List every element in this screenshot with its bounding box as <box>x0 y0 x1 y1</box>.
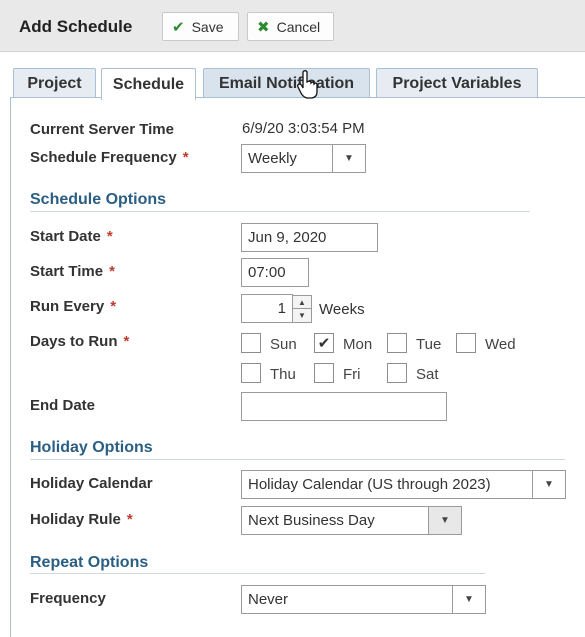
schedule-options-heading: Schedule Options <box>30 191 167 208</box>
hand-cursor-icon <box>297 70 318 99</box>
save-button[interactable]: ✔ Save <box>162 12 239 41</box>
stepper-down-icon[interactable]: ▼ <box>293 309 311 322</box>
toolbar: Add Schedule ✔ Save ✖ Cancel <box>0 0 585 52</box>
run-every-value: 1 <box>277 300 286 317</box>
day-sun-checkbox[interactable] <box>241 333 261 353</box>
chevron-down-icon[interactable]: ▼ <box>452 585 486 614</box>
run-every-stepper[interactable]: ▲ ▼ <box>292 295 312 323</box>
start-time-label: Start Time * <box>30 263 115 280</box>
schedule-frequency-select[interactable]: Weekly ▼ <box>241 144 366 173</box>
days-to-run-label: Days to Run * <box>30 333 130 350</box>
cancel-button[interactable]: ✖ Cancel <box>247 12 334 41</box>
cancel-label: Cancel <box>276 18 321 35</box>
server-time-value: 6/9/20 3:03:54 PM <box>242 120 365 137</box>
holiday-calendar-label: Holiday Calendar <box>30 475 153 492</box>
day-wed-checkbox[interactable] <box>456 333 476 353</box>
day-wed-label: Wed <box>485 336 516 353</box>
chevron-down-icon[interactable]: ▼ <box>332 144 366 173</box>
day-mon-checkbox[interactable]: ✔ <box>314 333 334 353</box>
server-time-label: Current Server Time <box>30 121 174 138</box>
end-date-label: End Date <box>30 397 96 414</box>
tab-schedule[interactable]: Schedule <box>101 68 196 100</box>
holiday-rule-value: Next Business Day <box>248 512 375 529</box>
page-title: Add Schedule <box>19 17 133 36</box>
run-every-label: Run Every * <box>30 298 117 315</box>
start-time-value: 07:00 <box>248 264 286 281</box>
repeat-frequency-label: Frequency <box>30 590 106 607</box>
schedule-frequency-value: Weekly <box>248 150 297 167</box>
day-sat-label: Sat <box>416 366 439 383</box>
chevron-down-icon[interactable]: ▼ <box>532 470 566 499</box>
repeat-frequency-select[interactable]: Never ▼ <box>241 585 486 614</box>
run-every-unit: Weeks <box>319 301 365 318</box>
holiday-rule-select[interactable]: Next Business Day ▼ <box>241 506 462 535</box>
day-sun-label: Sun <box>270 336 297 353</box>
day-fri-label: Fri <box>343 366 361 383</box>
run-every-input[interactable]: 1 <box>241 294 293 323</box>
tab-bar: Project Schedule Email Notification Proj… <box>0 52 585 100</box>
day-sat-checkbox[interactable] <box>387 363 407 383</box>
holiday-options-heading: Holiday Options <box>30 439 153 456</box>
tab-project[interactable]: Project <box>13 68 96 99</box>
divider <box>30 459 565 460</box>
holiday-calendar-select[interactable]: Holiday Calendar (US through 2023) ▼ <box>241 470 566 499</box>
divider <box>30 573 485 574</box>
save-label: Save <box>191 18 224 35</box>
day-thu-label: Thu <box>270 366 296 383</box>
schedule-frequency-label: Schedule Frequency * <box>30 149 189 166</box>
holiday-calendar-value: Holiday Calendar (US through 2023) <box>248 476 491 493</box>
repeat-frequency-value: Never <box>248 591 289 608</box>
check-icon: ✔ <box>317 335 331 352</box>
x-icon: ✖ <box>257 18 270 36</box>
day-tue-checkbox[interactable] <box>387 333 407 353</box>
end-date-input[interactable] <box>241 392 447 421</box>
day-thu-checkbox[interactable] <box>241 363 261 383</box>
tab-email-notification[interactable]: Email Notification <box>203 68 370 99</box>
day-fri-checkbox[interactable] <box>314 363 334 383</box>
check-icon: ✔ <box>172 18 185 36</box>
day-mon-label: Mon <box>343 336 373 353</box>
start-time-input[interactable]: 07:00 <box>241 258 309 287</box>
repeat-options-heading: Repeat Options <box>30 554 149 571</box>
start-date-value: Jun 9, 2020 <box>248 229 327 246</box>
start-date-label: Start Date * <box>30 228 113 245</box>
tab-project-variables[interactable]: Project Variables <box>376 68 538 99</box>
start-date-input[interactable]: Jun 9, 2020 <box>241 223 378 252</box>
holiday-rule-label: Holiday Rule * <box>30 511 133 528</box>
day-tue-label: Tue <box>416 336 442 353</box>
divider <box>30 211 530 212</box>
stepper-up-icon[interactable]: ▲ <box>293 296 311 309</box>
chevron-down-icon[interactable]: ▼ <box>428 506 462 535</box>
